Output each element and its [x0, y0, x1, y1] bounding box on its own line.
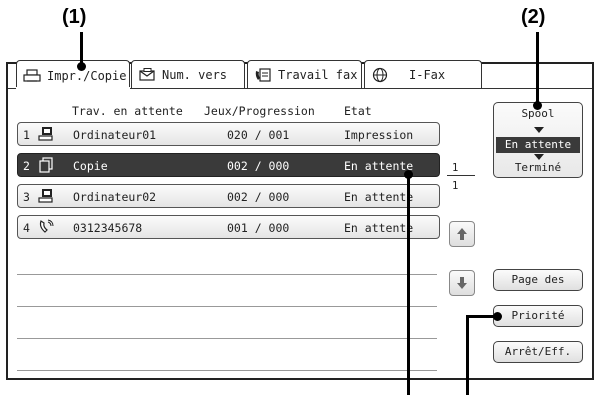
priority-button[interactable]: Priorité: [493, 305, 583, 327]
job-status: En attente: [344, 159, 414, 173]
arrow-down-icon: [534, 154, 544, 160]
spool-option-waiting[interactable]: En attente: [496, 137, 580, 153]
callout-1-leader: [80, 32, 83, 66]
page-details-button[interactable]: Page des: [493, 269, 583, 291]
callout-2: (2): [521, 6, 546, 28]
callout-3-dot: [404, 170, 413, 179]
job-number: 1: [23, 128, 30, 142]
callout-2-dot: [533, 101, 542, 110]
job-status: En attente: [344, 221, 414, 235]
printer-icon: [23, 68, 41, 84]
page-total: 1: [452, 180, 459, 192]
callout-4-dot: [493, 312, 502, 321]
page-divider: [447, 175, 475, 176]
job-progress: 002 / 000: [227, 190, 290, 204]
arrow-down-icon: [457, 277, 467, 289]
job-name: Copie: [73, 159, 108, 173]
job-progress: 001 / 000: [227, 221, 290, 235]
job-name: 0312345678: [73, 221, 143, 235]
tab-scan-send-label: Num. vers: [162, 67, 228, 82]
job-number: 2: [23, 159, 30, 173]
arrow-down-icon: [534, 127, 544, 133]
tab-fax-job[interactable]: Travail fax: [247, 60, 362, 88]
tab-fax-job-label: Travail fax: [278, 67, 358, 82]
tab-internet-fax[interactable]: I-Fax: [364, 60, 482, 88]
job-row-3[interactable]: 3 Ordinateur02 002 / 000 En attente: [17, 184, 440, 208]
job-status: En attente: [344, 190, 414, 204]
tab-print-copy-label: Impr./Copie: [47, 68, 127, 83]
callout-1-dot: [77, 62, 86, 71]
empty-row-line: [17, 306, 437, 307]
callout-1: (1): [62, 6, 87, 28]
callout-2-leader: [536, 32, 539, 106]
job-progress: 020 / 001: [227, 128, 290, 142]
job-number: 3: [23, 190, 30, 204]
scan-icon: [138, 67, 156, 83]
phone-icon: [38, 219, 54, 235]
column-header-job: Trav. en attente: [72, 104, 183, 118]
tab-internet-fax-label: I-Fax: [409, 67, 446, 82]
job-row-1[interactable]: 1 Ordinateur01 020 / 001 Impression: [17, 122, 440, 146]
empty-row-line: [17, 370, 437, 371]
internet-fax-icon: [371, 67, 389, 83]
fax-icon: [254, 67, 272, 83]
job-name: Ordinateur02: [73, 190, 157, 204]
tab-scan-send[interactable]: Num. vers: [131, 60, 245, 88]
job-status: Impression: [344, 128, 414, 142]
computer-icon: [38, 126, 54, 142]
arrow-up-icon: [457, 228, 467, 240]
tab-print-copy[interactable]: Impr./Copie: [16, 60, 130, 90]
job-row-2[interactable]: 2 Copie 002 / 000 En attente: [17, 153, 440, 177]
job-name: Ordinateur01: [73, 128, 157, 142]
scroll-down-button[interactable]: [449, 270, 475, 296]
column-header-status: Etat: [344, 104, 372, 118]
copy-icon: [38, 157, 54, 173]
job-progress: 002 / 000: [227, 159, 290, 173]
page-current: 1: [452, 162, 459, 174]
stop-delete-button[interactable]: Arrêt/Eff.: [493, 341, 583, 363]
scroll-up-button[interactable]: [449, 221, 475, 247]
column-header-sets: Jeux/Progression: [204, 104, 315, 118]
job-row-4[interactable]: 4 0312345678 001 / 000 En attente: [17, 215, 440, 239]
spool-selector[interactable]: Spool En attente Terminé: [493, 102, 583, 178]
computer-icon: [38, 188, 54, 204]
empty-row-line: [17, 338, 437, 339]
empty-row-line: [17, 274, 437, 275]
callout-3-leader: [407, 174, 410, 395]
callout-4-leader-v: [466, 315, 469, 395]
spool-option-finished[interactable]: Terminé: [494, 161, 582, 174]
job-number: 4: [23, 221, 30, 235]
